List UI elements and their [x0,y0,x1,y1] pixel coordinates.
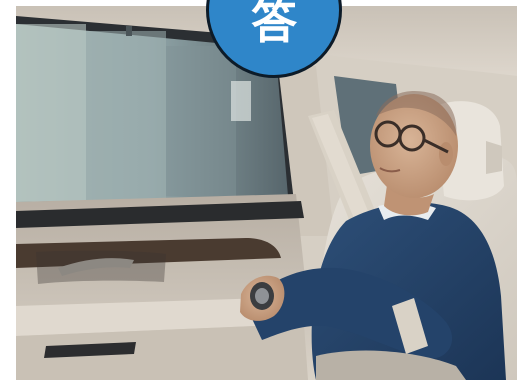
badge-glyph: 答 [251,0,297,49]
